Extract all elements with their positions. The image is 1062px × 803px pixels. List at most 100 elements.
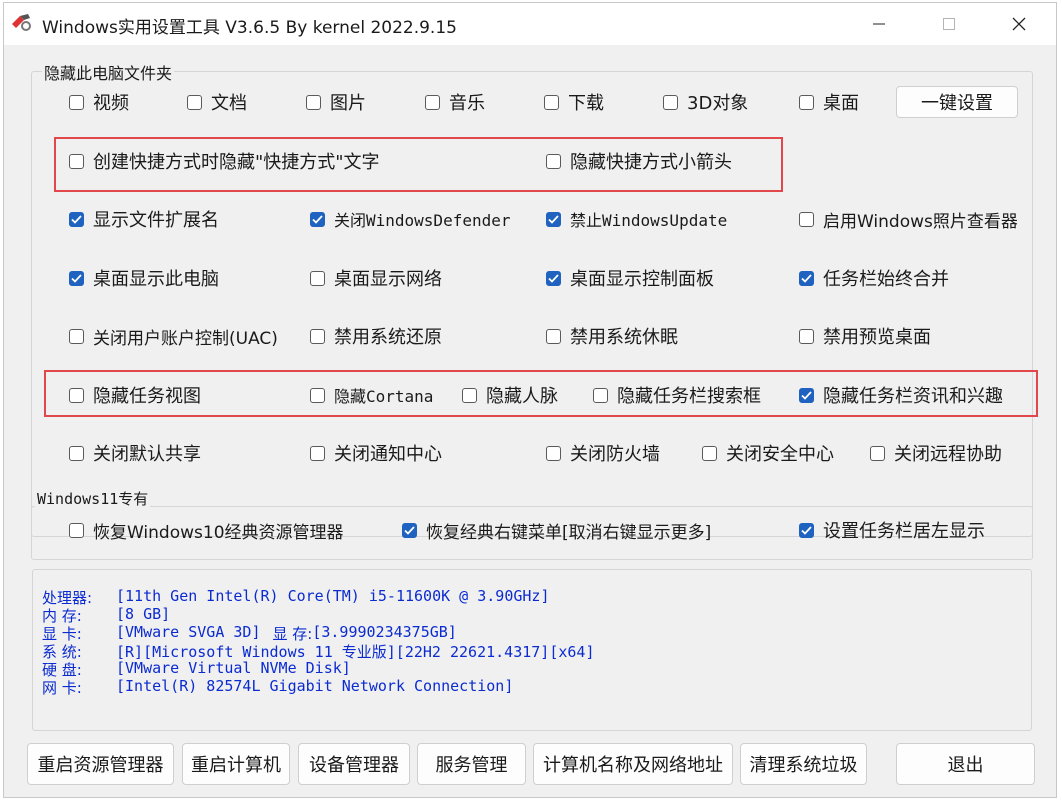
info-row-network: 网 卡: [Intel(R) 82574L Gigabit Network Co… bbox=[42, 677, 513, 698]
checkbox-box[interactable] bbox=[69, 153, 84, 169]
checkbox-label: 桌面 bbox=[823, 93, 859, 114]
checkbox-hide-task-view[interactable]: 隐藏任务视图 bbox=[69, 383, 201, 407]
checkbox-box[interactable] bbox=[546, 270, 561, 286]
checkbox-box[interactable] bbox=[593, 387, 608, 403]
checkbox-box[interactable] bbox=[69, 387, 84, 403]
checkbox-box[interactable] bbox=[663, 94, 678, 110]
device-manager-button[interactable]: 设备管理器 bbox=[298, 743, 410, 785]
checkbox-taskbar-combine[interactable]: 任务栏始终合并 bbox=[799, 266, 949, 290]
checkbox-box[interactable] bbox=[799, 387, 814, 403]
checkbox-hide-cortana[interactable]: 隐藏Cortana bbox=[310, 383, 433, 407]
checkbox-box[interactable] bbox=[546, 445, 561, 461]
checkbox-disable-peek-desktop[interactable]: 禁用预览桌面 bbox=[799, 324, 931, 348]
info-value: [Intel(R) 82574L Gigabit Network Connect… bbox=[116, 677, 514, 695]
checkbox-hide-desktop[interactable]: 桌面 bbox=[799, 90, 859, 114]
checkbox-box[interactable] bbox=[310, 387, 325, 403]
checkbox-hide-music[interactable]: 音乐 bbox=[425, 90, 485, 114]
checkbox-box[interactable] bbox=[425, 94, 440, 110]
checkbox-box[interactable] bbox=[546, 211, 561, 227]
minimize-icon bbox=[873, 23, 885, 25]
hide-folders-group-label: 隐藏此电脑文件夹 bbox=[42, 60, 175, 84]
checkbox-disable-hibernate[interactable]: 禁用系统休眠 bbox=[546, 324, 678, 348]
checkbox-hide-documents[interactable]: 文档 bbox=[187, 90, 247, 114]
checkbox-close-default-share[interactable]: 关闭默认共享 bbox=[69, 441, 201, 465]
checkbox-disable-system-restore[interactable]: 禁用系统还原 bbox=[310, 324, 442, 348]
checkbox-box[interactable] bbox=[799, 328, 814, 344]
checkbox-label: 关闭用户账户控制(UAC) bbox=[93, 328, 278, 349]
close-button[interactable] bbox=[984, 3, 1054, 45]
checkbox-close-defender[interactable]: 关闭WindowsDefender bbox=[310, 207, 511, 231]
checkbox-hide-pictures[interactable]: 图片 bbox=[306, 90, 366, 114]
checkbox-box[interactable] bbox=[402, 522, 417, 538]
checkbox-hide-downloads[interactable]: 下载 bbox=[544, 90, 604, 114]
checkbox-label: 恢复Windows10经典资源管理器 bbox=[93, 522, 344, 543]
checkbox-box[interactable] bbox=[310, 445, 325, 461]
checkbox-restore-win10-explorer[interactable]: 恢复Windows10经典资源管理器 bbox=[69, 518, 344, 543]
checkbox-label: 隐藏任务视图 bbox=[93, 386, 201, 407]
checkbox-disable-update[interactable]: 禁止WindowsUpdate bbox=[546, 207, 727, 231]
checkbox-box[interactable] bbox=[799, 270, 814, 286]
checkbox-box[interactable] bbox=[544, 94, 559, 110]
checkbox-box[interactable] bbox=[306, 94, 321, 110]
checkbox-box[interactable] bbox=[799, 522, 814, 538]
checkbox-desktop-this-pc[interactable]: 桌面显示此电脑 bbox=[69, 266, 219, 290]
checkbox-show-file-extension[interactable]: 显示文件扩展名 bbox=[69, 207, 219, 231]
checkbox-label: 关闭防火墙 bbox=[570, 444, 660, 465]
checkbox-taskbar-align-left[interactable]: 设置任务栏居左显示 bbox=[799, 518, 985, 542]
checkbox-box[interactable] bbox=[462, 387, 477, 403]
checkbox-box[interactable] bbox=[799, 211, 814, 227]
checkbox-hide-taskbar-news[interactable]: 隐藏任务栏资讯和兴趣 bbox=[799, 383, 1003, 407]
checkbox-label: 隐藏快捷方式小箭头 bbox=[570, 152, 732, 173]
checkbox-box[interactable] bbox=[310, 211, 325, 227]
checkbox-close-remote-assistance[interactable]: 关闭远程协助 bbox=[870, 441, 1002, 465]
checkbox-restore-classic-context-menu[interactable]: 恢复经典右键菜单[取消右键显示更多] bbox=[402, 518, 711, 543]
checkbox-label: 关闭安全中心 bbox=[726, 444, 834, 465]
checkbox-box[interactable] bbox=[69, 445, 84, 461]
maximize-button[interactable] bbox=[914, 3, 984, 45]
checkbox-label: 创建快捷方式时隐藏"快捷方式"文字 bbox=[93, 152, 380, 173]
close-icon bbox=[1012, 17, 1026, 31]
checkbox-label: 启用Windows照片查看器 bbox=[823, 211, 1018, 232]
restart-computer-button[interactable]: 重启计算机 bbox=[182, 743, 290, 785]
minimize-button[interactable] bbox=[844, 3, 914, 45]
checkbox-desktop-control-panel[interactable]: 桌面显示控制面板 bbox=[546, 266, 714, 290]
checkbox-label: 关闭通知中心 bbox=[334, 444, 442, 465]
checkbox-hide-shortcut-arrow[interactable]: 隐藏快捷方式小箭头 bbox=[546, 149, 732, 173]
checkbox-box[interactable] bbox=[69, 94, 84, 110]
restart-explorer-button[interactable]: 重启资源管理器 bbox=[27, 743, 174, 785]
checkbox-box[interactable] bbox=[310, 328, 325, 344]
checkbox-close-security-center[interactable]: 关闭安全中心 bbox=[702, 441, 834, 465]
checkbox-enable-photo-viewer[interactable]: 启用Windows照片查看器 bbox=[799, 207, 1018, 232]
checkbox-close-notification-center[interactable]: 关闭通知中心 bbox=[310, 441, 442, 465]
checkbox-hide-shortcut-text[interactable]: 创建快捷方式时隐藏"快捷方式"文字 bbox=[69, 149, 380, 173]
checkbox-box[interactable] bbox=[69, 211, 84, 227]
checkbox-label: 禁止WindowsUpdate bbox=[570, 211, 728, 230]
win11-group-label: Windows11专有 bbox=[35, 488, 151, 509]
checkbox-box[interactable] bbox=[69, 522, 84, 538]
services-button[interactable]: 服务管理 bbox=[417, 743, 526, 785]
checkbox-box[interactable] bbox=[310, 270, 325, 286]
checkbox-box[interactable] bbox=[702, 445, 717, 461]
checkbox-hide-taskbar-search[interactable]: 隐藏任务栏搜索框 bbox=[593, 383, 761, 407]
checkbox-hide-3d-objects[interactable]: 3D对象 bbox=[663, 90, 748, 114]
checkbox-box[interactable] bbox=[69, 270, 84, 286]
checkbox-box[interactable] bbox=[870, 445, 885, 461]
checkbox-close-uac[interactable]: 关闭用户账户控制(UAC) bbox=[69, 324, 278, 349]
clean-system-button[interactable]: 清理系统垃圾 bbox=[740, 743, 867, 785]
app-window: Windows实用设置工具 V3.6.5 By kernel 2022.9.15… bbox=[3, 2, 1057, 798]
checkbox-close-firewall[interactable]: 关闭防火墙 bbox=[546, 441, 660, 465]
pc-name-network-button[interactable]: 计算机名称及网络地址 bbox=[533, 743, 733, 785]
checkbox-hide-video[interactable]: 视频 bbox=[69, 90, 129, 114]
checkbox-label: 显示文件扩展名 bbox=[93, 210, 219, 231]
checkbox-box[interactable] bbox=[546, 328, 561, 344]
checkbox-label: 音乐 bbox=[449, 93, 485, 114]
checkbox-box[interactable] bbox=[546, 153, 561, 169]
checkbox-box[interactable] bbox=[187, 94, 202, 110]
maximize-icon bbox=[943, 18, 955, 30]
checkbox-box[interactable] bbox=[69, 328, 84, 344]
one-click-settings-button[interactable]: 一键设置 bbox=[896, 86, 1018, 118]
checkbox-box[interactable] bbox=[799, 94, 814, 110]
checkbox-hide-people[interactable]: 隐藏人脉 bbox=[462, 383, 558, 407]
exit-button[interactable]: 退出 bbox=[896, 743, 1035, 785]
checkbox-desktop-network[interactable]: 桌面显示网络 bbox=[310, 266, 442, 290]
